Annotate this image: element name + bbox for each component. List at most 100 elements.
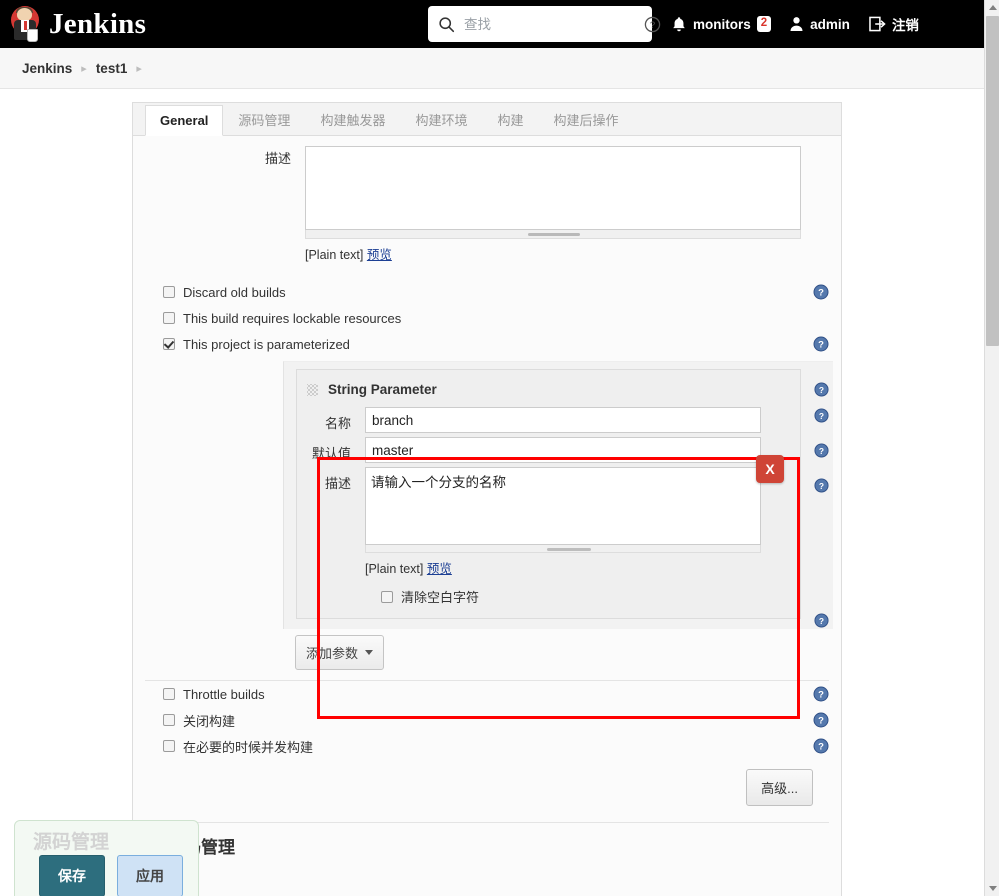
user-label: admin <box>810 16 850 32</box>
logout-button[interactable]: 注销 <box>859 0 928 48</box>
add-parameter-button[interactable]: 添加参数 <box>295 635 385 670</box>
apply-button[interactable]: 应用 <box>117 855 183 896</box>
option-disable-build[interactable]: 关闭构建 ? <box>133 707 841 733</box>
help-icon-parameter-description[interactable]: ? <box>814 478 829 498</box>
jenkins-logo-link[interactable]: Jenkins <box>0 5 146 43</box>
parameter-default-input[interactable] <box>365 437 761 463</box>
parameter-default-label: 默认值 <box>311 446 351 461</box>
chevron-down-icon <box>365 650 374 655</box>
help-icon-parameter-name[interactable]: ? <box>814 408 829 428</box>
add-parameter-label: 添加参数 <box>306 646 359 661</box>
scrollbar-thumb[interactable] <box>986 16 999 346</box>
tab-build-environment[interactable]: 构建环境 <box>400 102 482 136</box>
form-action-bar: 源码管理 保存 应用 Git <box>14 820 199 896</box>
parameter-type-title: String Parameter <box>328 382 437 397</box>
help-icon-concurrent-builds[interactable]: ? <box>813 738 829 754</box>
help-icon-disable-build[interactable]: ? <box>813 712 829 728</box>
parameter-description-row: 描述 请输入一个分支的名称 [Plain text] 预览 <box>297 467 800 577</box>
parameter-trim-row[interactable]: 清除空白字符 <box>381 587 800 606</box>
monitors-button[interactable]: monitors 2 <box>662 0 780 48</box>
add-parameter-wrapper: 添加参数 <box>295 635 841 670</box>
parameter-description-label: 描述 <box>324 476 351 491</box>
page-content: General 源码管理 构建触发器 构建环境 构建 构建后操作 描述 [Pla… <box>0 89 984 896</box>
description-row: 描述 [Plain text] 预览 <box>133 136 841 263</box>
description-textarea[interactable] <box>305 146 801 230</box>
option-label-discard-old-builds: Discard old builds <box>183 284 286 300</box>
parameter-header: String Parameter <box>297 378 800 403</box>
svg-text:?: ? <box>818 716 824 727</box>
option-throttle-builds[interactable]: Throttle builds ? <box>133 681 841 707</box>
description-label: 描述 <box>264 151 291 166</box>
drag-grip-icon[interactable] <box>307 383 318 396</box>
person-icon <box>789 16 804 32</box>
parameter-plain-text-label: [Plain text] <box>365 562 424 576</box>
description-horizontal-scrollbar[interactable] <box>305 230 801 239</box>
option-label-disable-build: 关闭构建 <box>183 713 236 729</box>
svg-text:?: ? <box>819 616 824 626</box>
option-discard-old-builds[interactable]: Discard old builds ? <box>133 279 841 305</box>
description-preview-link[interactable]: 预览 <box>367 248 392 262</box>
page-scrollbar[interactable] <box>984 0 999 896</box>
config-form-body: 描述 [Plain text] 预览 Discard old builds ? … <box>133 136 841 896</box>
checkbox-throttle-builds[interactable] <box>163 688 175 700</box>
config-tab-bar: General 源码管理 构建触发器 构建环境 构建 构建后操作 <box>133 103 841 136</box>
help-icon-parameter-trim[interactable]: ? <box>814 613 829 633</box>
logout-label: 注销 <box>891 18 919 33</box>
tab-post-build-actions[interactable]: 构建后操作 <box>538 102 633 136</box>
help-circle-icon[interactable]: ? <box>643 15 662 34</box>
advanced-button[interactable]: 高级... <box>746 769 813 806</box>
parameter-default-row: 默认值 <box>297 437 800 463</box>
parameter-name-input[interactable] <box>365 407 761 433</box>
tab-scm[interactable]: 源码管理 <box>223 102 305 136</box>
user-menu-button[interactable]: admin <box>780 0 859 48</box>
save-button[interactable]: 保存 <box>39 855 105 896</box>
option-parameterized[interactable]: This project is parameterized ? <box>133 331 841 357</box>
top-header-bar: Jenkins ? monitors 2 <box>0 0 984 48</box>
checkbox-trim-whitespace[interactable] <box>381 590 393 603</box>
bell-icon <box>671 16 687 33</box>
help-icon-parameter-title[interactable]: ? <box>814 382 829 402</box>
tab-build-triggers[interactable]: 构建触发器 <box>305 102 400 136</box>
checkbox-discard-old-builds[interactable] <box>163 286 175 298</box>
jenkins-butler-icon <box>8 5 42 43</box>
help-icon-parameterized[interactable]: ? <box>813 336 829 352</box>
jenkins-logo-text: Jenkins <box>49 7 147 40</box>
parameter-description-horizontal-scrollbar[interactable] <box>365 545 761 553</box>
checkbox-parameterized[interactable] <box>163 338 175 350</box>
svg-text:?: ? <box>818 742 824 753</box>
monitors-label: monitors <box>693 16 751 32</box>
breadcrumb-item-test1[interactable]: test1 <box>96 61 128 76</box>
advanced-button-wrapper: 高级... <box>133 759 841 812</box>
checkbox-concurrent-builds[interactable] <box>163 740 175 752</box>
svg-text:?: ? <box>819 481 824 491</box>
svg-text:?: ? <box>818 690 824 701</box>
remove-parameter-button[interactable]: X <box>756 455 784 483</box>
svg-text:?: ? <box>819 385 824 395</box>
help-icon-throttle-builds[interactable]: ? <box>813 686 829 702</box>
logout-icon <box>868 15 886 33</box>
tab-build[interactable]: 构建 <box>482 102 538 136</box>
scrollbar-up-arrow[interactable] <box>985 0 999 15</box>
scrollbar-down-arrow[interactable] <box>985 881 999 896</box>
breadcrumb-separator-icon-2: ▸ <box>136 62 142 75</box>
search-box[interactable]: ? <box>428 6 661 42</box>
option-label-lockable-resources: This build requires lockable resources <box>183 310 402 326</box>
checkbox-disable-build[interactable] <box>163 714 175 726</box>
svg-text:?: ? <box>818 340 824 351</box>
option-label-concurrent-builds: 在必要的时候并发构建 <box>183 739 314 755</box>
option-concurrent-builds[interactable]: 在必要的时候并发构建 ? <box>133 733 841 759</box>
help-icon-discard-old-builds[interactable]: ? <box>813 284 829 300</box>
svg-text:?: ? <box>819 446 824 456</box>
tab-general[interactable]: General <box>145 105 224 136</box>
help-icon-parameter-default[interactable]: ? <box>814 443 829 463</box>
parameter-preview-link[interactable]: 预览 <box>427 562 452 576</box>
job-config-form: General 源码管理 构建触发器 构建环境 构建 构建后操作 描述 [Pla… <box>132 102 842 896</box>
checkbox-lockable-resources[interactable] <box>163 312 175 324</box>
option-lockable-resources[interactable]: This build requires lockable resources <box>133 305 841 331</box>
scm-section-heading: 源码管理 <box>167 838 235 857</box>
breadcrumb-item-jenkins[interactable]: Jenkins <box>22 61 72 76</box>
svg-text:?: ? <box>818 288 824 299</box>
search-input[interactable] <box>455 15 643 33</box>
savebar-ghost-title: 源码管理 <box>33 832 110 853</box>
parameter-description-textarea[interactable]: 请输入一个分支的名称 <box>365 467 761 545</box>
